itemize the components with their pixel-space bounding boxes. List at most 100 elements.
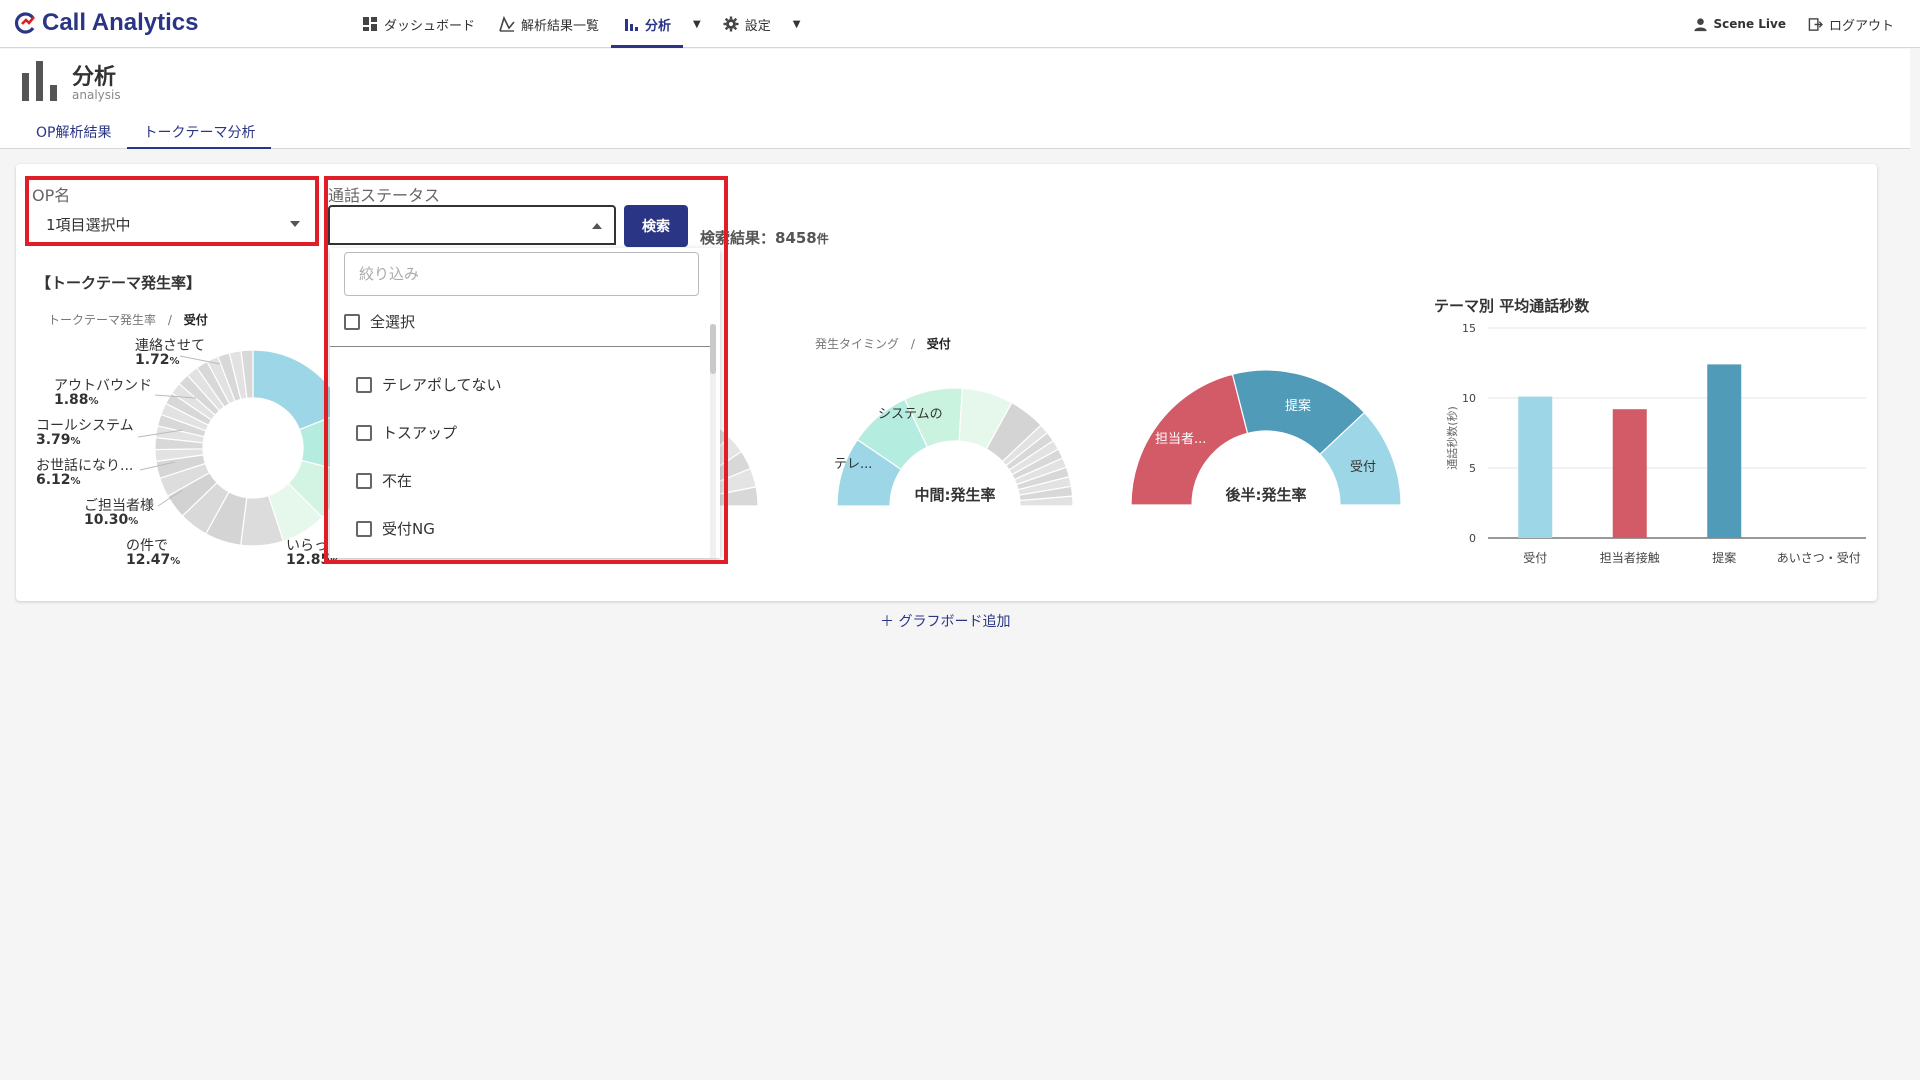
checkbox-icon[interactable] — [356, 472, 372, 489]
late-label-1: 担当者... — [1155, 432, 1206, 447]
bar-x-labels: 受付 担当者接触 提案 あいさつ・受付 — [1523, 550, 1861, 565]
x-label-0: 受付 — [1523, 551, 1547, 565]
nav-settings-label: 設定 — [744, 18, 771, 34]
donut-label-1-value: 1.88% — [54, 392, 99, 408]
donut-label-5-value: 12.47% — [126, 552, 180, 568]
timing-breadcrumb-sep: / — [910, 337, 915, 351]
option-2-label: 不在 — [382, 472, 413, 490]
timing-breadcrumb-root[interactable]: 発生タイミング — [815, 337, 899, 351]
page-title: 分析 — [72, 65, 117, 90]
nav-analysis[interactable]: 分析 — [611, 0, 684, 48]
option-0-label: テレアポしてない — [382, 376, 502, 394]
x-label-3: あいさつ・受付 — [1777, 551, 1861, 565]
dashboard-icon — [363, 17, 377, 31]
user-icon — [1693, 17, 1707, 31]
call-status-label: 通話ステータス — [328, 186, 441, 205]
op-name-label: OP名 — [32, 186, 71, 205]
bar-1[interactable] — [1612, 409, 1647, 538]
logout-link[interactable]: ログアウト — [1808, 15, 1894, 34]
avg-call-seconds-title: テーマ別 平均通話秒数 — [1434, 297, 1590, 315]
option-3[interactable]: 受付NG — [356, 518, 435, 539]
donut-label-0-value: 1.72% — [135, 352, 180, 368]
dropdown-arrow-icon — [290, 221, 300, 227]
donut-slices — [154, 349, 352, 547]
x-label-1: 担当者接触 — [1600, 550, 1660, 565]
page-header: 分析 analysis OP解析結果 トークテーマ分析 — [0, 49, 1910, 149]
nav-dashboard-label: ダッシュボード — [384, 18, 476, 34]
middle-rate-gauge: システムの テレ... 中間:発生率 — [834, 387, 1074, 507]
donut-label-2-value: 3.79% — [36, 432, 81, 448]
logout-label: ログアウト — [1828, 18, 1894, 34]
checkbox-icon[interactable] — [356, 376, 372, 393]
timing-breadcrumb: 発生タイミング / 受付 — [815, 335, 951, 352]
user-menu[interactable]: Scene Live — [1693, 17, 1786, 32]
donut-breadcrumb: トークテーマ発生率 / 受付 — [48, 311, 208, 328]
nav-results-list[interactable]: 解析結果一覧 — [487, 0, 611, 48]
checkbox-icon[interactable] — [356, 520, 372, 537]
late-label-2: 受付 — [1350, 460, 1376, 475]
page-subtitle: analysis — [72, 88, 121, 102]
app-logo[interactable]: Call Analytics — [14, 9, 199, 37]
talk-theme-donut-chart: 連絡させて 1.72% アウトバウンド 1.88% コールシステム 3.79% … — [36, 338, 352, 568]
op-name-value: 1項目選択中 — [46, 216, 131, 234]
talk-theme-rate-title: 【トークテーマ発生率】 — [36, 274, 202, 292]
filter-input[interactable] — [344, 252, 699, 296]
bar-2[interactable] — [1707, 364, 1742, 538]
call-analytics-logo-icon — [14, 12, 35, 34]
call-status-dropdown: 全選択 テレアポしてない トスアップ 不在 受付NG — [330, 248, 720, 558]
bar-0[interactable] — [1518, 396, 1553, 538]
nav-settings-caret-icon[interactable]: ▼ — [783, 0, 811, 48]
top-bar: Call Analytics ダッシュボード 解析結果一覧 分析 ▼ 設定 ▼ … — [0, 0, 1920, 48]
option-0[interactable]: テレアポしてない — [356, 374, 502, 395]
checkbox-icon[interactable] — [356, 424, 372, 441]
add-graph-board-label: ＋ グラフボード追加 — [880, 614, 1011, 630]
donut-breadcrumb-sep: / — [167, 313, 172, 327]
option-1-label: トスアップ — [382, 424, 458, 442]
search-result-unit: 件 — [816, 232, 829, 246]
y-tick-3: 15 — [1462, 322, 1476, 335]
option-3-label: 受付NG — [382, 520, 435, 538]
checkbox-icon[interactable] — [344, 313, 360, 330]
nav-analysis-caret-icon[interactable]: ▼ — [683, 0, 711, 48]
analysis-tabs: OP解析結果 トークテーマ分析 — [20, 115, 272, 149]
donut-label-4-value: 10.30% — [84, 512, 138, 528]
dropdown-scrollbar-thumb[interactable] — [710, 324, 716, 374]
y-tick-2: 10 — [1462, 392, 1476, 405]
avg-call-seconds-bar-chart: 0 5 10 15 受付 担当者接触 提案 あいさつ・受付 通話秒数(秒) — [1445, 322, 1866, 565]
tab-op-results[interactable]: OP解析結果 — [20, 115, 127, 149]
gear-icon — [723, 16, 739, 32]
late-label-0: 提案 — [1285, 398, 1311, 414]
main-nav: ダッシュボード 解析結果一覧 分析 ▼ 設定 ▼ — [350, 0, 810, 48]
late-gauge-title: 後半:発生率 — [1225, 486, 1307, 504]
y-tick-0: 0 — [1469, 532, 1476, 545]
x-label-2: 提案 — [1712, 550, 1736, 565]
bar-y-axis-label: 通話秒数(秒) — [1445, 406, 1459, 470]
nav-settings[interactable]: 設定 — [711, 0, 783, 48]
search-button[interactable]: 検索 — [624, 205, 688, 247]
middle-gauge-title: 中間:発生率 — [915, 486, 996, 504]
late-rate-gauge: 提案 担当者... 受付 後半:発生率 — [1130, 369, 1402, 506]
user-name: Scene Live — [1713, 17, 1786, 31]
app-name: Call Analytics — [42, 9, 199, 36]
option-2[interactable]: 不在 — [356, 470, 412, 491]
bar-marks — [1518, 364, 1742, 538]
donut-breadcrumb-root[interactable]: トークテーマ発生率 — [48, 313, 156, 327]
tab-talk-theme[interactable]: トークテーマ分析 — [127, 115, 272, 149]
bar-chart-icon — [22, 61, 57, 101]
nav-dashboard[interactable]: ダッシュボード — [350, 0, 487, 48]
call-status-select[interactable] — [328, 205, 616, 245]
dropdown-divider — [330, 346, 715, 347]
logout-icon — [1808, 17, 1823, 31]
select-all-label: 全選択 — [370, 313, 416, 331]
nav-results-list-label: 解析結果一覧 — [521, 18, 600, 34]
timing-breadcrumb-current: 受付 — [926, 337, 951, 351]
op-name-select[interactable]: 1項目選択中 — [32, 205, 312, 245]
user-area: Scene Live ログアウト — [1693, 0, 1894, 48]
donut-label-3-value: 6.12% — [36, 472, 81, 488]
bar-chart-icon — [625, 19, 639, 31]
search-result: 検索結果：8458件 — [700, 227, 829, 248]
select-all-option[interactable]: 全選択 — [344, 311, 415, 332]
add-graph-board-button[interactable]: ＋ グラフボード追加 — [880, 611, 1010, 631]
option-1[interactable]: トスアップ — [356, 422, 457, 443]
donut-breadcrumb-current: 受付 — [183, 313, 208, 327]
